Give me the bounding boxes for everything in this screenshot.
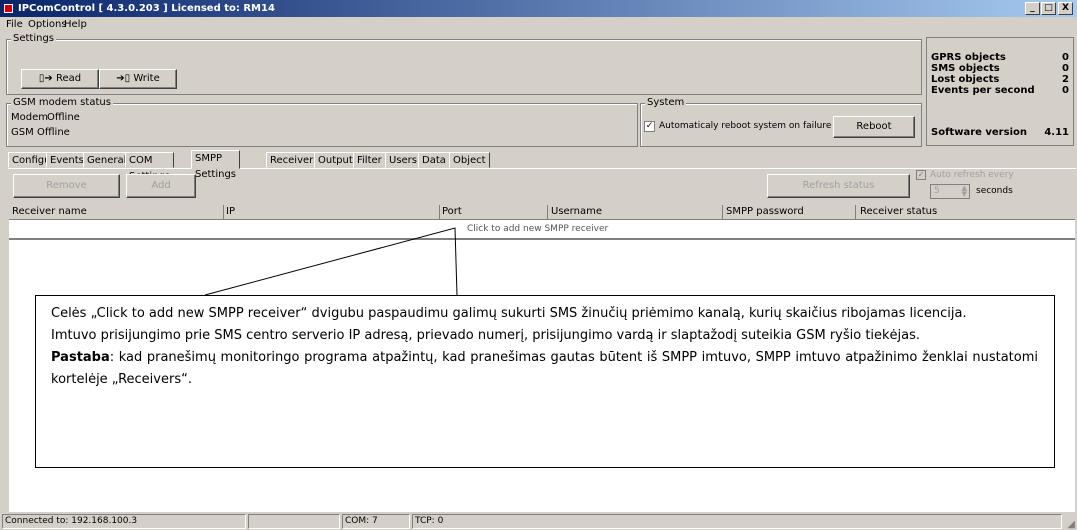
callout-paragraph-3: Pastaba: kad pranešimų monitoringo progr…: [51, 350, 1038, 387]
com-status: COM: 7: [342, 514, 410, 529]
callout-annotation: Celės „Click to add new SMPP receiver“ d…: [35, 295, 1055, 468]
status-bar: Connected to: 192.168.100.3 COM: 7 TCP: …: [0, 513, 1077, 530]
resize-grip-icon[interactable]: ◢: [1067, 519, 1075, 530]
callout-paragraph-2: Imtuvo prisijungimo prie SMS centro serv…: [51, 328, 921, 343]
tcp-status: TCP: 0: [412, 514, 1062, 529]
connection-status: Connected to: 192.168.100.3: [2, 514, 246, 529]
status-empty-cell: [248, 514, 340, 529]
tab-smpp-settings[interactable]: SMPP Settings: [191, 150, 241, 180]
callout-paragraph-1: Celės „Click to add new SMPP receiver“ d…: [51, 306, 967, 321]
